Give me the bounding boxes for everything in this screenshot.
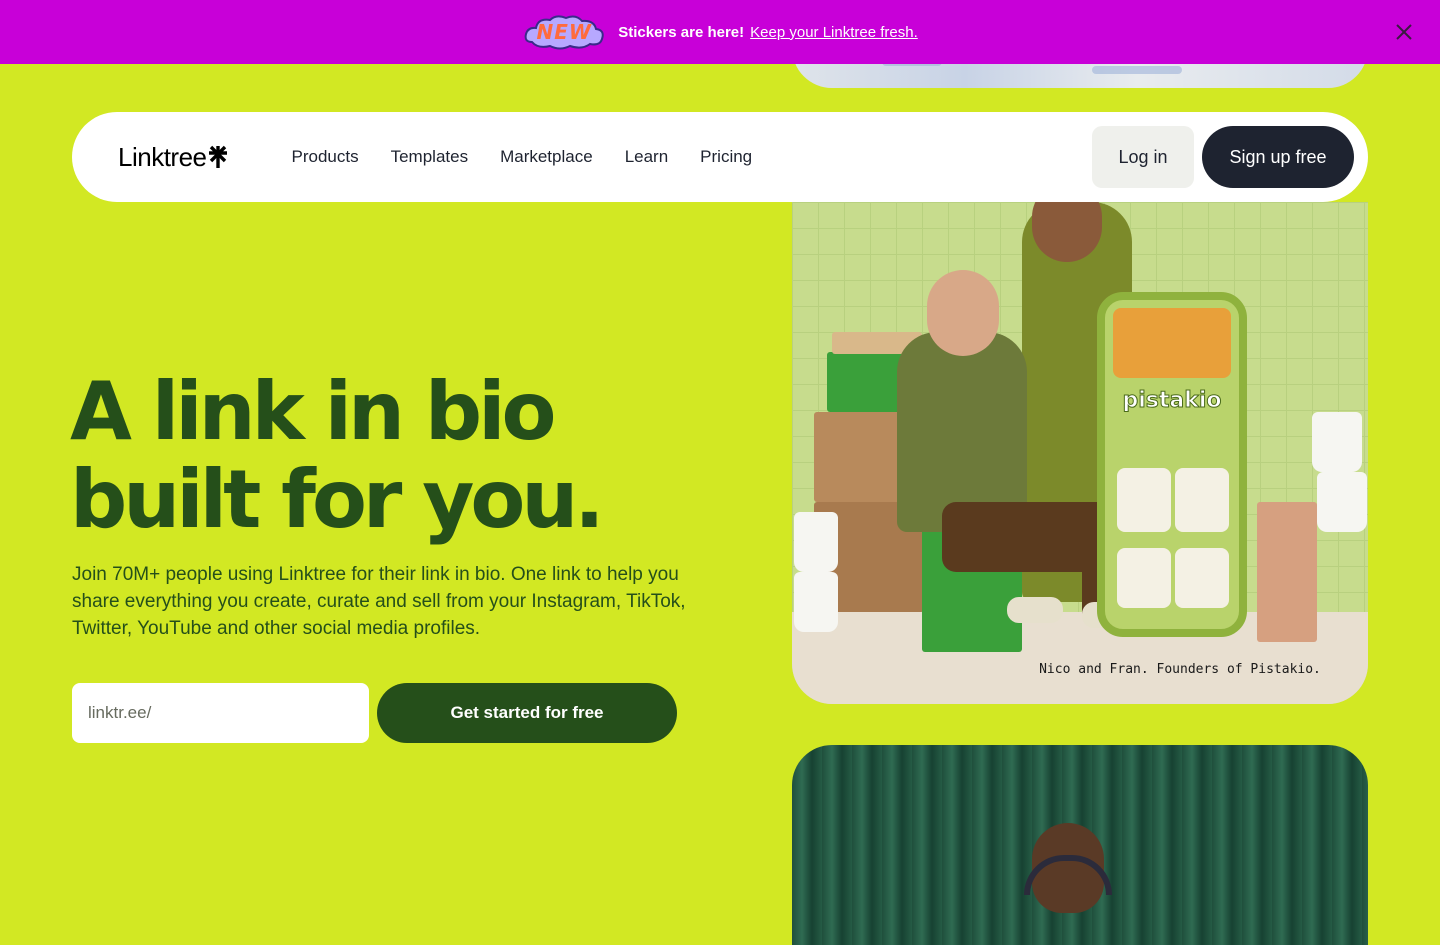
phone-mockup: pistakio xyxy=(1097,292,1247,637)
logo-text: Linktree xyxy=(118,141,207,172)
announcement-banner: NEW Stickers are here! Keep your Linktre… xyxy=(0,0,1440,64)
asterisk-logo-icon xyxy=(208,145,227,168)
username-input[interactable] xyxy=(72,683,369,743)
hero-title: A link in bio built for you. xyxy=(70,368,770,544)
nav-marketplace[interactable]: Marketplace xyxy=(500,147,593,167)
hero-subtitle: Join 70M+ people using Linktree for thei… xyxy=(72,564,686,639)
main-navbar: Linktree Products Templates Marketplace … xyxy=(72,112,1368,202)
banner-link[interactable]: Keep your Linktree fresh. xyxy=(750,24,918,41)
linktree-logo[interactable]: Linktree xyxy=(118,137,228,177)
hero-title-line-2: built for you. xyxy=(70,453,605,546)
nav-pricing[interactable]: Pricing xyxy=(700,147,752,167)
sticker-label: NEW xyxy=(536,20,592,44)
signup-button[interactable]: Sign up free xyxy=(1202,126,1354,188)
nav-learn[interactable]: Learn xyxy=(625,147,668,167)
photo-caption: Nico and Fran. Founders of Pistakio. xyxy=(1039,662,1321,677)
hero-title-line-1: A link in bio xyxy=(70,365,556,458)
close-icon xyxy=(1396,24,1412,40)
founders-photo: pistakio Nico and Fran. Founders of Pist… xyxy=(792,202,1368,704)
phone-brand: pistakio xyxy=(1122,388,1222,414)
banner-close-button[interactable] xyxy=(1394,22,1414,42)
login-button[interactable]: Log in xyxy=(1092,126,1194,188)
new-sticker-badge: NEW xyxy=(522,12,606,52)
nav-actions: Log in Sign up free xyxy=(1092,126,1354,188)
banner-message: Stickers are here! xyxy=(618,23,745,41)
creator-photo xyxy=(792,745,1368,945)
nav-templates[interactable]: Templates xyxy=(391,147,468,167)
nav-products[interactable]: Products xyxy=(292,147,359,167)
nav-links: Products Templates Marketplace Learn Pri… xyxy=(292,147,785,167)
get-started-button[interactable]: Get started for free xyxy=(377,683,677,743)
